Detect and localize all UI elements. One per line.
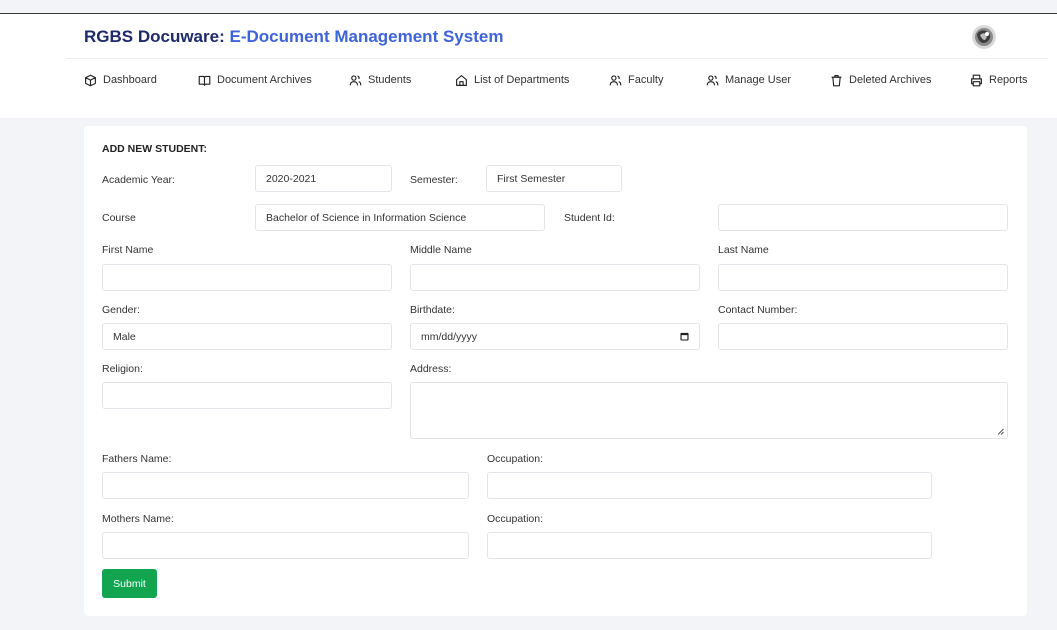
gender-label: Gender: [102, 304, 140, 316]
last-name-label: Last Name [718, 244, 769, 256]
mother-occupation-input[interactable] [487, 532, 932, 559]
users-icon [609, 74, 622, 85]
gender-select[interactable]: Male [102, 323, 392, 350]
academic-year-label: Academic Year: [102, 174, 175, 186]
mother-occupation-label: Occupation: [487, 513, 544, 525]
printer-icon [971, 74, 982, 86]
nav-list-of-departments[interactable]: List of Departments [455, 68, 569, 92]
calendar-icon[interactable] [680, 332, 689, 341]
first-name-label: First Name [102, 244, 154, 256]
contact-number-label: Contact Number: [718, 304, 798, 316]
nav-faculty[interactable]: Faculty [609, 68, 663, 92]
middle-name-label: Middle Name [410, 244, 472, 256]
nav-reports[interactable]: Reports [970, 68, 1028, 92]
trash-icon [831, 74, 842, 86]
form-title: ADD NEW STUDENT: [102, 143, 207, 155]
nav-reports-label: Reports [989, 74, 1028, 86]
birthdate-label: Birthdate: [410, 304, 455, 316]
users-icon [349, 74, 362, 85]
mothers-name-label: Mothers Name: [102, 513, 174, 525]
nav-manage-user-label: Manage User [725, 74, 792, 86]
semester-value: First Semester [497, 172, 566, 185]
nav-manage-user[interactable]: Manage User [706, 68, 791, 92]
religion-label: Religion: [102, 363, 143, 375]
nav-deleted-archives[interactable]: Deleted Archives [830, 68, 932, 92]
resize-handle-icon[interactable] [997, 428, 1004, 435]
birthdate-input[interactable]: mm/dd/yyyy [410, 323, 700, 350]
home-icon [456, 74, 467, 86]
academic-year-value: 2020-2021 [266, 172, 317, 185]
book-open-icon [198, 75, 211, 86]
middle-name-input[interactable] [410, 264, 700, 291]
fathers-name-label: Fathers Name: [102, 453, 172, 465]
course-field[interactable]: Bachelor of Science in Information Scien… [255, 204, 545, 231]
student-id-label: Student Id: [564, 212, 615, 224]
nav-dashboard-label: Dashboard [103, 74, 157, 86]
nav-students-label: Students [368, 74, 412, 86]
brand-name: RGBS Docuware: [84, 27, 225, 46]
nav-document-archives-label: Document Archives [217, 74, 312, 86]
fathers-name-input[interactable] [102, 472, 469, 499]
users-icon [706, 74, 719, 85]
address-label: Address: [410, 363, 452, 375]
semester-label: Semester: [410, 174, 458, 186]
nav-faculty-label: Faculty [628, 74, 664, 86]
nav-deleted-archives-label: Deleted Archives [849, 74, 932, 86]
contact-number-input[interactable] [718, 323, 1008, 350]
nav-list-of-departments-label: List of Departments [474, 74, 570, 86]
app-brand[interactable]: RGBS Docuware: E-Document Management Sys… [84, 27, 503, 47]
nav-document-archives[interactable]: Document Archives [198, 68, 312, 92]
brand-title: E-Document Management System [229, 27, 504, 46]
address-textarea[interactable] [410, 382, 1008, 439]
header-divider [66, 58, 1048, 59]
last-name-input[interactable] [718, 264, 1008, 291]
avatar-image [972, 25, 996, 49]
gender-value: Male [113, 330, 136, 343]
father-occupation-label: Occupation: [487, 453, 544, 465]
nav-students[interactable]: Students [349, 68, 411, 92]
father-occupation-input[interactable] [487, 472, 932, 499]
student-id-input[interactable] [718, 204, 1008, 231]
course-label: Course [102, 212, 136, 224]
mothers-name-input[interactable] [102, 532, 469, 559]
religion-input[interactable] [102, 382, 392, 409]
nav-dashboard[interactable]: Dashboard [84, 68, 157, 92]
cube-icon [85, 74, 96, 86]
academic-year-field[interactable]: 2020-2021 [255, 165, 392, 192]
main-nav: Dashboard Document Archives Students Lis… [0, 68, 1057, 94]
course-value: Bachelor of Science in Information Scien… [266, 211, 467, 224]
user-avatar[interactable] [972, 25, 996, 49]
first-name-input[interactable] [102, 264, 392, 291]
birthdate-placeholder: mm/dd/yyyy [421, 330, 478, 343]
submit-button[interactable]: Submit [102, 569, 157, 598]
semester-field[interactable]: First Semester [486, 165, 622, 192]
